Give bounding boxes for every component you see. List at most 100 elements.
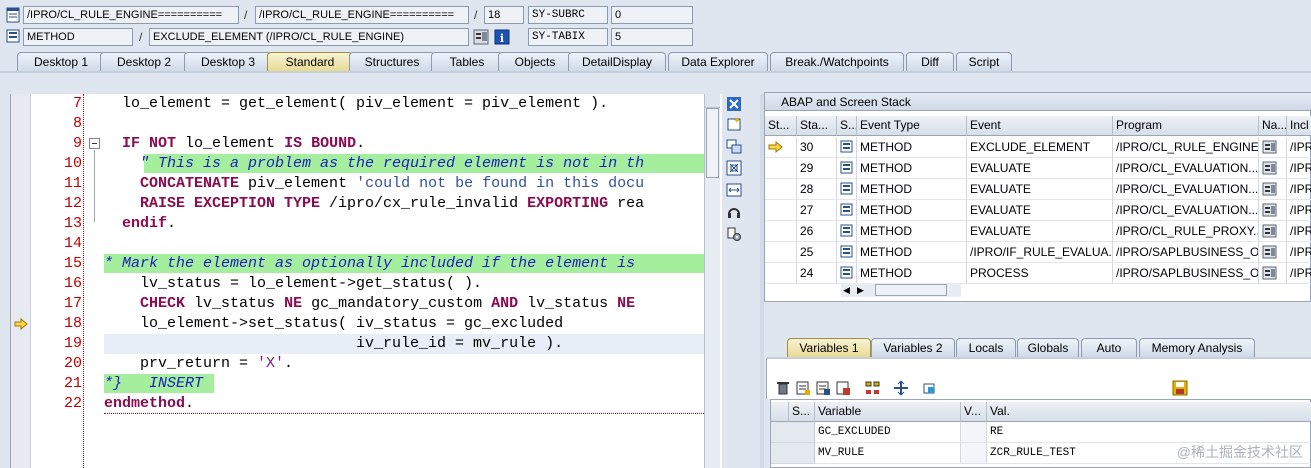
column-header[interactable]: Event Type [857, 116, 967, 136]
tab-desktop-2[interactable]: Desktop 2 [100, 52, 188, 72]
variable-name-cell[interactable]: GC_EXCLUDED [815, 422, 961, 443]
variable-value-cell[interactable]: RE [987, 422, 1311, 443]
stack-navigate-cell[interactable] [1259, 158, 1287, 179]
stack-program-cell[interactable]: /IPRO/SAPLBUSINESS_O... [1113, 242, 1259, 263]
scroll-left-button[interactable]: ◀ [843, 284, 853, 296]
tab-globals[interactable]: Globals [1017, 338, 1079, 358]
new-tool-icon[interactable] [726, 116, 742, 132]
tab-breakpoints-watchpoints[interactable]: Break./Watchpoints [770, 52, 904, 72]
source-code-editor[interactable]: 7 8 9 10 11 12 13 14 15 16 17 18 19 20 2… [10, 94, 722, 468]
stack-event-type-cell[interactable]: METHOD [857, 137, 967, 158]
stack-include-cell[interactable]: /IPR [1287, 158, 1311, 179]
tab-script[interactable]: Script [956, 52, 1012, 72]
stack-event-cell[interactable]: EVALUATE [967, 200, 1113, 221]
stack-navigate-cell[interactable] [1259, 242, 1287, 263]
stack-program-cell[interactable]: /IPRO/CL_EVALUATION... [1113, 179, 1259, 200]
navigate-icon[interactable] [1262, 182, 1278, 196]
tab-auto[interactable]: Auto [1081, 338, 1137, 358]
stack-horizontal-scrollbar[interactable]: ◀ ▶ [841, 283, 961, 297]
object-navigator-icon[interactable] [473, 29, 489, 45]
stack-program-cell[interactable]: /IPRO/SAPLBUSINESS_O... [1113, 263, 1259, 284]
stack-current-cell[interactable] [765, 179, 797, 200]
stack-current-cell[interactable] [765, 263, 797, 284]
stack-event-type-cell[interactable]: METHOD [857, 263, 967, 284]
tab-tables[interactable]: Tables [431, 52, 503, 72]
services-icon[interactable] [726, 204, 742, 220]
stack-level-cell[interactable]: 28 [797, 179, 837, 200]
main-program-field[interactable]: /IPRO/CL_RULE_ENGINE========== [23, 6, 239, 24]
breakpoint-gutter[interactable] [11, 94, 31, 468]
stack-level-cell[interactable]: 29 [797, 158, 837, 179]
column-header[interactable]: St... [765, 116, 797, 136]
tab-desktop-3[interactable]: Desktop 3 [184, 52, 272, 72]
move-icon[interactable] [893, 380, 909, 396]
column-header[interactable]: S... [837, 116, 857, 136]
editor-vertical-scrollbar[interactable] [704, 94, 720, 468]
tab-diff[interactable]: Diff [906, 52, 954, 72]
stack-current-cell[interactable] [765, 158, 797, 179]
stack-navigate-cell[interactable] [1259, 263, 1287, 284]
tab-desktop-1[interactable]: Desktop 1 [17, 52, 105, 72]
stack-level-cell[interactable]: 25 [797, 242, 837, 263]
tab-data-explorer[interactable]: Data Explorer [668, 52, 768, 72]
stack-level-cell[interactable]: 30 [797, 137, 837, 158]
stack-include-cell[interactable]: /IPR [1287, 242, 1311, 263]
line-number-field[interactable]: 18 [484, 6, 524, 24]
delete-icon[interactable] [775, 380, 791, 396]
scroll-right-button[interactable]: ▶ [857, 284, 867, 296]
stack-program-cell[interactable]: /IPRO/CL_RULE_PROXY... [1113, 221, 1259, 242]
stack-include-cell[interactable]: /IPR [1287, 263, 1311, 284]
column-header[interactable]: Variable [815, 402, 961, 422]
column-header[interactable]: Val. [987, 402, 1311, 422]
tab-standard[interactable]: Standard [267, 52, 353, 72]
row-selector[interactable] [771, 422, 815, 443]
export-icon[interactable] [835, 380, 851, 396]
stack-navigate-cell[interactable] [1259, 137, 1287, 158]
variable-name-cell[interactable]: MV_RULE [815, 443, 961, 464]
navigate-icon[interactable] [1262, 224, 1278, 238]
stack-event-type-cell[interactable]: METHOD [857, 200, 967, 221]
tab-variables-2[interactable]: Variables 2 [871, 338, 955, 358]
stack-event-cell[interactable]: EVALUATE [967, 158, 1113, 179]
stack-level-cell[interactable]: 26 [797, 221, 837, 242]
tab-memory-analysis[interactable]: Memory Analysis [1139, 338, 1255, 358]
column-header[interactable]: S... [789, 402, 815, 422]
navigate-icon[interactable] [1262, 203, 1278, 217]
navigate-icon[interactable] [1262, 161, 1278, 175]
stack-event-cell[interactable]: EVALUATE [967, 179, 1113, 200]
column-header[interactable]: Event [967, 116, 1113, 136]
stack-include-cell[interactable]: /IPR [1287, 200, 1311, 221]
event-field[interactable]: EXCLUDE_ELEMENT (/IPRO/CL_RULE_ENGINE) [149, 28, 469, 46]
sy-tabix-value[interactable]: 5 [611, 28, 693, 46]
variable-view-cell[interactable] [961, 422, 987, 443]
variable-view-cell[interactable] [961, 443, 987, 464]
sy-subrc-value[interactable]: 0 [611, 6, 693, 24]
navigate-icon[interactable] [1262, 245, 1278, 259]
stack-level-cell[interactable]: 24 [797, 263, 837, 284]
collapse-block-icon[interactable] [89, 138, 100, 149]
scroll-up-button[interactable] [705, 94, 720, 108]
stack-event-cell[interactable]: PROCESS [967, 263, 1113, 284]
navigate-icon[interactable] [1262, 140, 1278, 154]
column-header[interactable]: Program [1113, 116, 1259, 136]
stack-include-cell[interactable]: /IPR [1287, 137, 1311, 158]
hierarchy-icon[interactable] [865, 380, 881, 396]
stack-event-cell[interactable]: EVALUATE [967, 221, 1113, 242]
stack-navigate-cell[interactable] [1259, 200, 1287, 221]
stack-current-cell[interactable] [765, 137, 797, 158]
save-icon[interactable] [1172, 380, 1188, 396]
stack-include-cell[interactable]: /IPR [1287, 179, 1311, 200]
maximize-icon[interactable] [726, 160, 742, 176]
stack-event-cell[interactable]: EXCLUDE_ELEMENT [967, 137, 1113, 158]
tab-objects[interactable]: Objects [498, 52, 572, 72]
stack-current-cell[interactable] [765, 242, 797, 263]
column-header[interactable]: Na... [1259, 116, 1287, 136]
settings-icon[interactable] [726, 226, 742, 242]
stack-program-cell[interactable]: /IPRO/CL_RULE_ENGINE... [1113, 137, 1259, 158]
tab-detail-display[interactable]: DetailDisplay [568, 52, 666, 72]
list-icon[interactable] [795, 380, 811, 396]
stack-program-cell[interactable]: /IPRO/CL_EVALUATION... [1113, 158, 1259, 179]
stack-event-type-cell[interactable]: METHOD [857, 242, 967, 263]
stack-event-cell[interactable]: /IPRO/IF_RULE_EVALUA... [967, 242, 1113, 263]
stack-navigate-cell[interactable] [1259, 179, 1287, 200]
